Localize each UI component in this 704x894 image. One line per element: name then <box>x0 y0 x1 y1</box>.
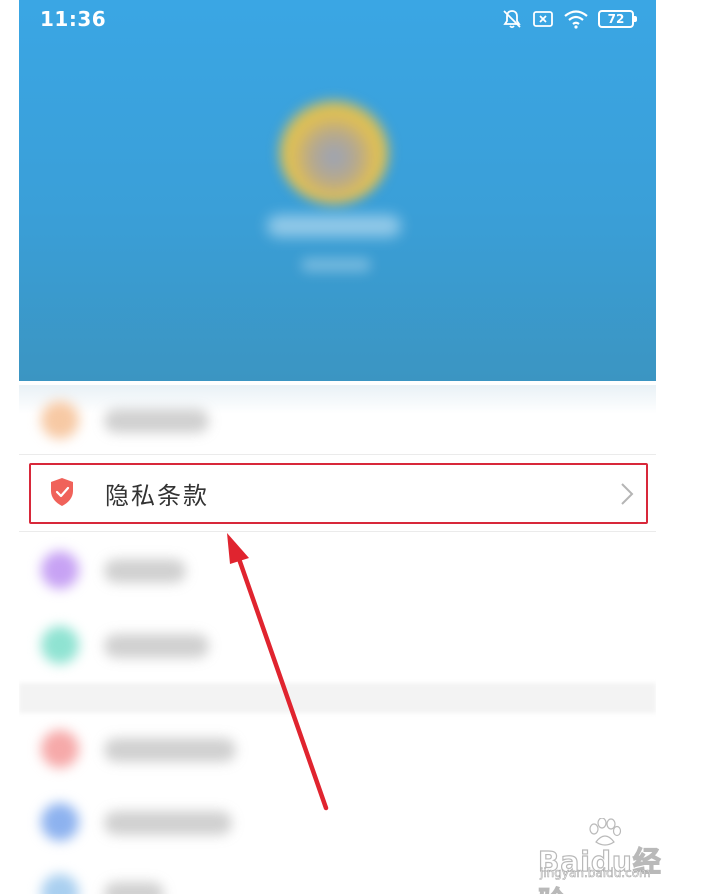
baidu-jingyan-watermark: Baidu经验 jingyan.baidu.com <box>537 818 678 894</box>
watermark-url: jingyan.baidu.com <box>540 866 651 881</box>
annotation-arrow <box>227 533 329 811</box>
